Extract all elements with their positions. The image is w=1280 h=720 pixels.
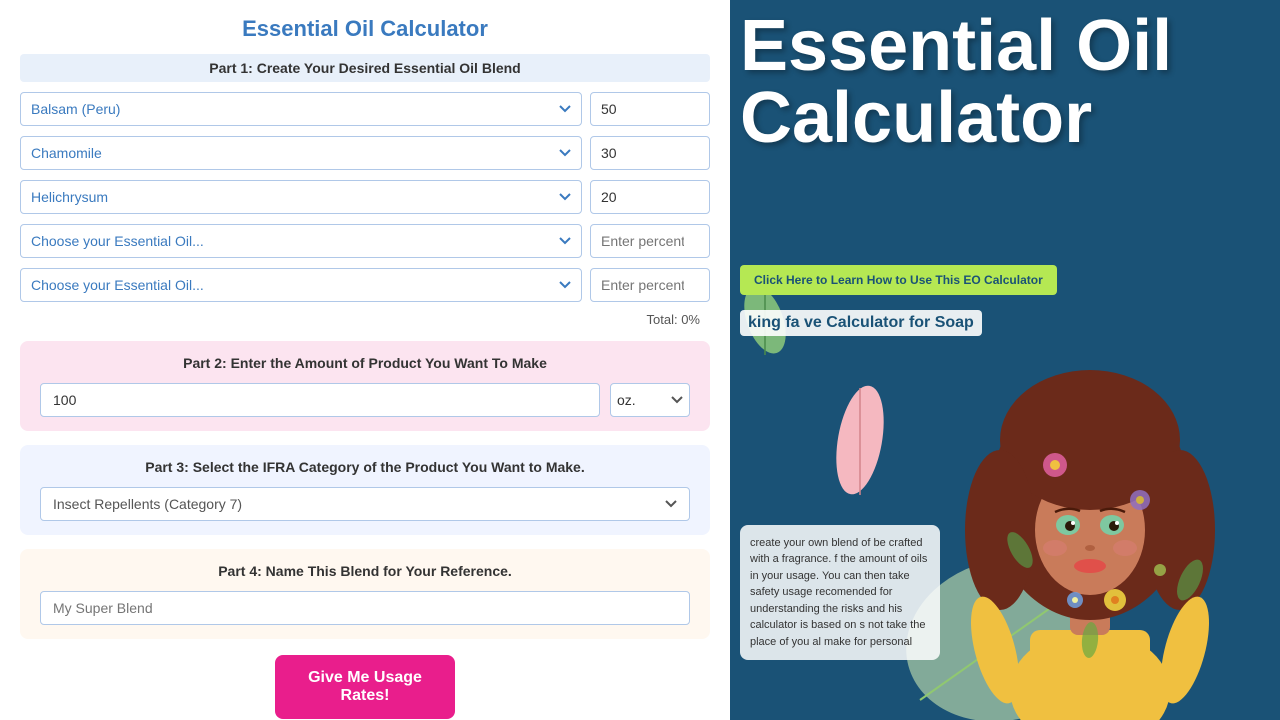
learn-button[interactable]: Click Here to Learn How to Use This EO C… [740, 265, 1057, 295]
woman-illustration [900, 270, 1280, 720]
oil-select-4[interactable]: Choose your Essential Oil... [20, 224, 582, 258]
oil-row-3: Helichrysum [20, 180, 710, 214]
big-title-line2: Calculator [740, 78, 1092, 158]
percent-input-4[interactable] [590, 224, 710, 258]
ifra-select[interactable]: Insect Repellents (Category 7) Body Loti… [40, 487, 690, 521]
leaf-pink-icon [820, 380, 900, 500]
oil-row-2: Chamomile [20, 136, 710, 170]
part3-section: Part 3: Select the IFRA Category of the … [20, 445, 710, 535]
percent-input-1[interactable] [590, 92, 710, 126]
description-text: create your own blend of be crafted with… [750, 537, 927, 648]
oil-select-2[interactable]: Chamomile [20, 136, 582, 170]
big-title: Essential Oil Calculator [740, 10, 1270, 154]
oil-row-5: Choose your Essential Oil... [20, 268, 710, 302]
part4-section: Part 4: Name This Blend for Your Referen… [20, 549, 710, 639]
amount-input[interactable] [40, 383, 600, 417]
main-container: Essential Oil Calculator Part 1: Create … [0, 0, 1280, 720]
oil-select-5[interactable]: Choose your Essential Oil... [20, 268, 582, 302]
part4-header: Part 4: Name This Blend for Your Referen… [40, 563, 690, 579]
submit-button[interactable]: Give Me UsageRates! [275, 655, 455, 719]
big-title-line1: Essential Oil [740, 6, 1172, 86]
oil-select-1[interactable]: Balsam (Peru) [20, 92, 582, 126]
percent-input-3[interactable] [590, 180, 710, 214]
part2-header: Part 2: Enter the Amount of Product You … [40, 355, 690, 371]
oil-row-1: Balsam (Peru) [20, 92, 710, 126]
description-box: create your own blend of be crafted with… [740, 525, 940, 661]
right-panel: Essential Oil Calculator Click Here to L… [730, 0, 1280, 720]
unit-select[interactable]: oz. ml g lbs [610, 383, 690, 417]
percent-input-2[interactable] [590, 136, 710, 170]
part2-section: Part 2: Enter the Amount of Product You … [20, 341, 710, 431]
page-title: Essential Oil Calculator [20, 10, 710, 42]
part1-header: Part 1: Create Your Desired Essential Oi… [20, 54, 710, 82]
amount-row: oz. ml g lbs [40, 383, 690, 417]
soap-text: king fa ve Calculator for Soap [740, 310, 982, 336]
oil-row-4: Choose your Essential Oil... [20, 224, 710, 258]
part3-header: Part 3: Select the IFRA Category of the … [40, 459, 690, 475]
blend-name-input[interactable] [40, 591, 690, 625]
percent-input-5[interactable] [590, 268, 710, 302]
oil-select-3[interactable]: Helichrysum [20, 180, 582, 214]
total-display: Total: 0% [20, 312, 710, 327]
calculator-panel: Essential Oil Calculator Part 1: Create … [0, 0, 730, 720]
